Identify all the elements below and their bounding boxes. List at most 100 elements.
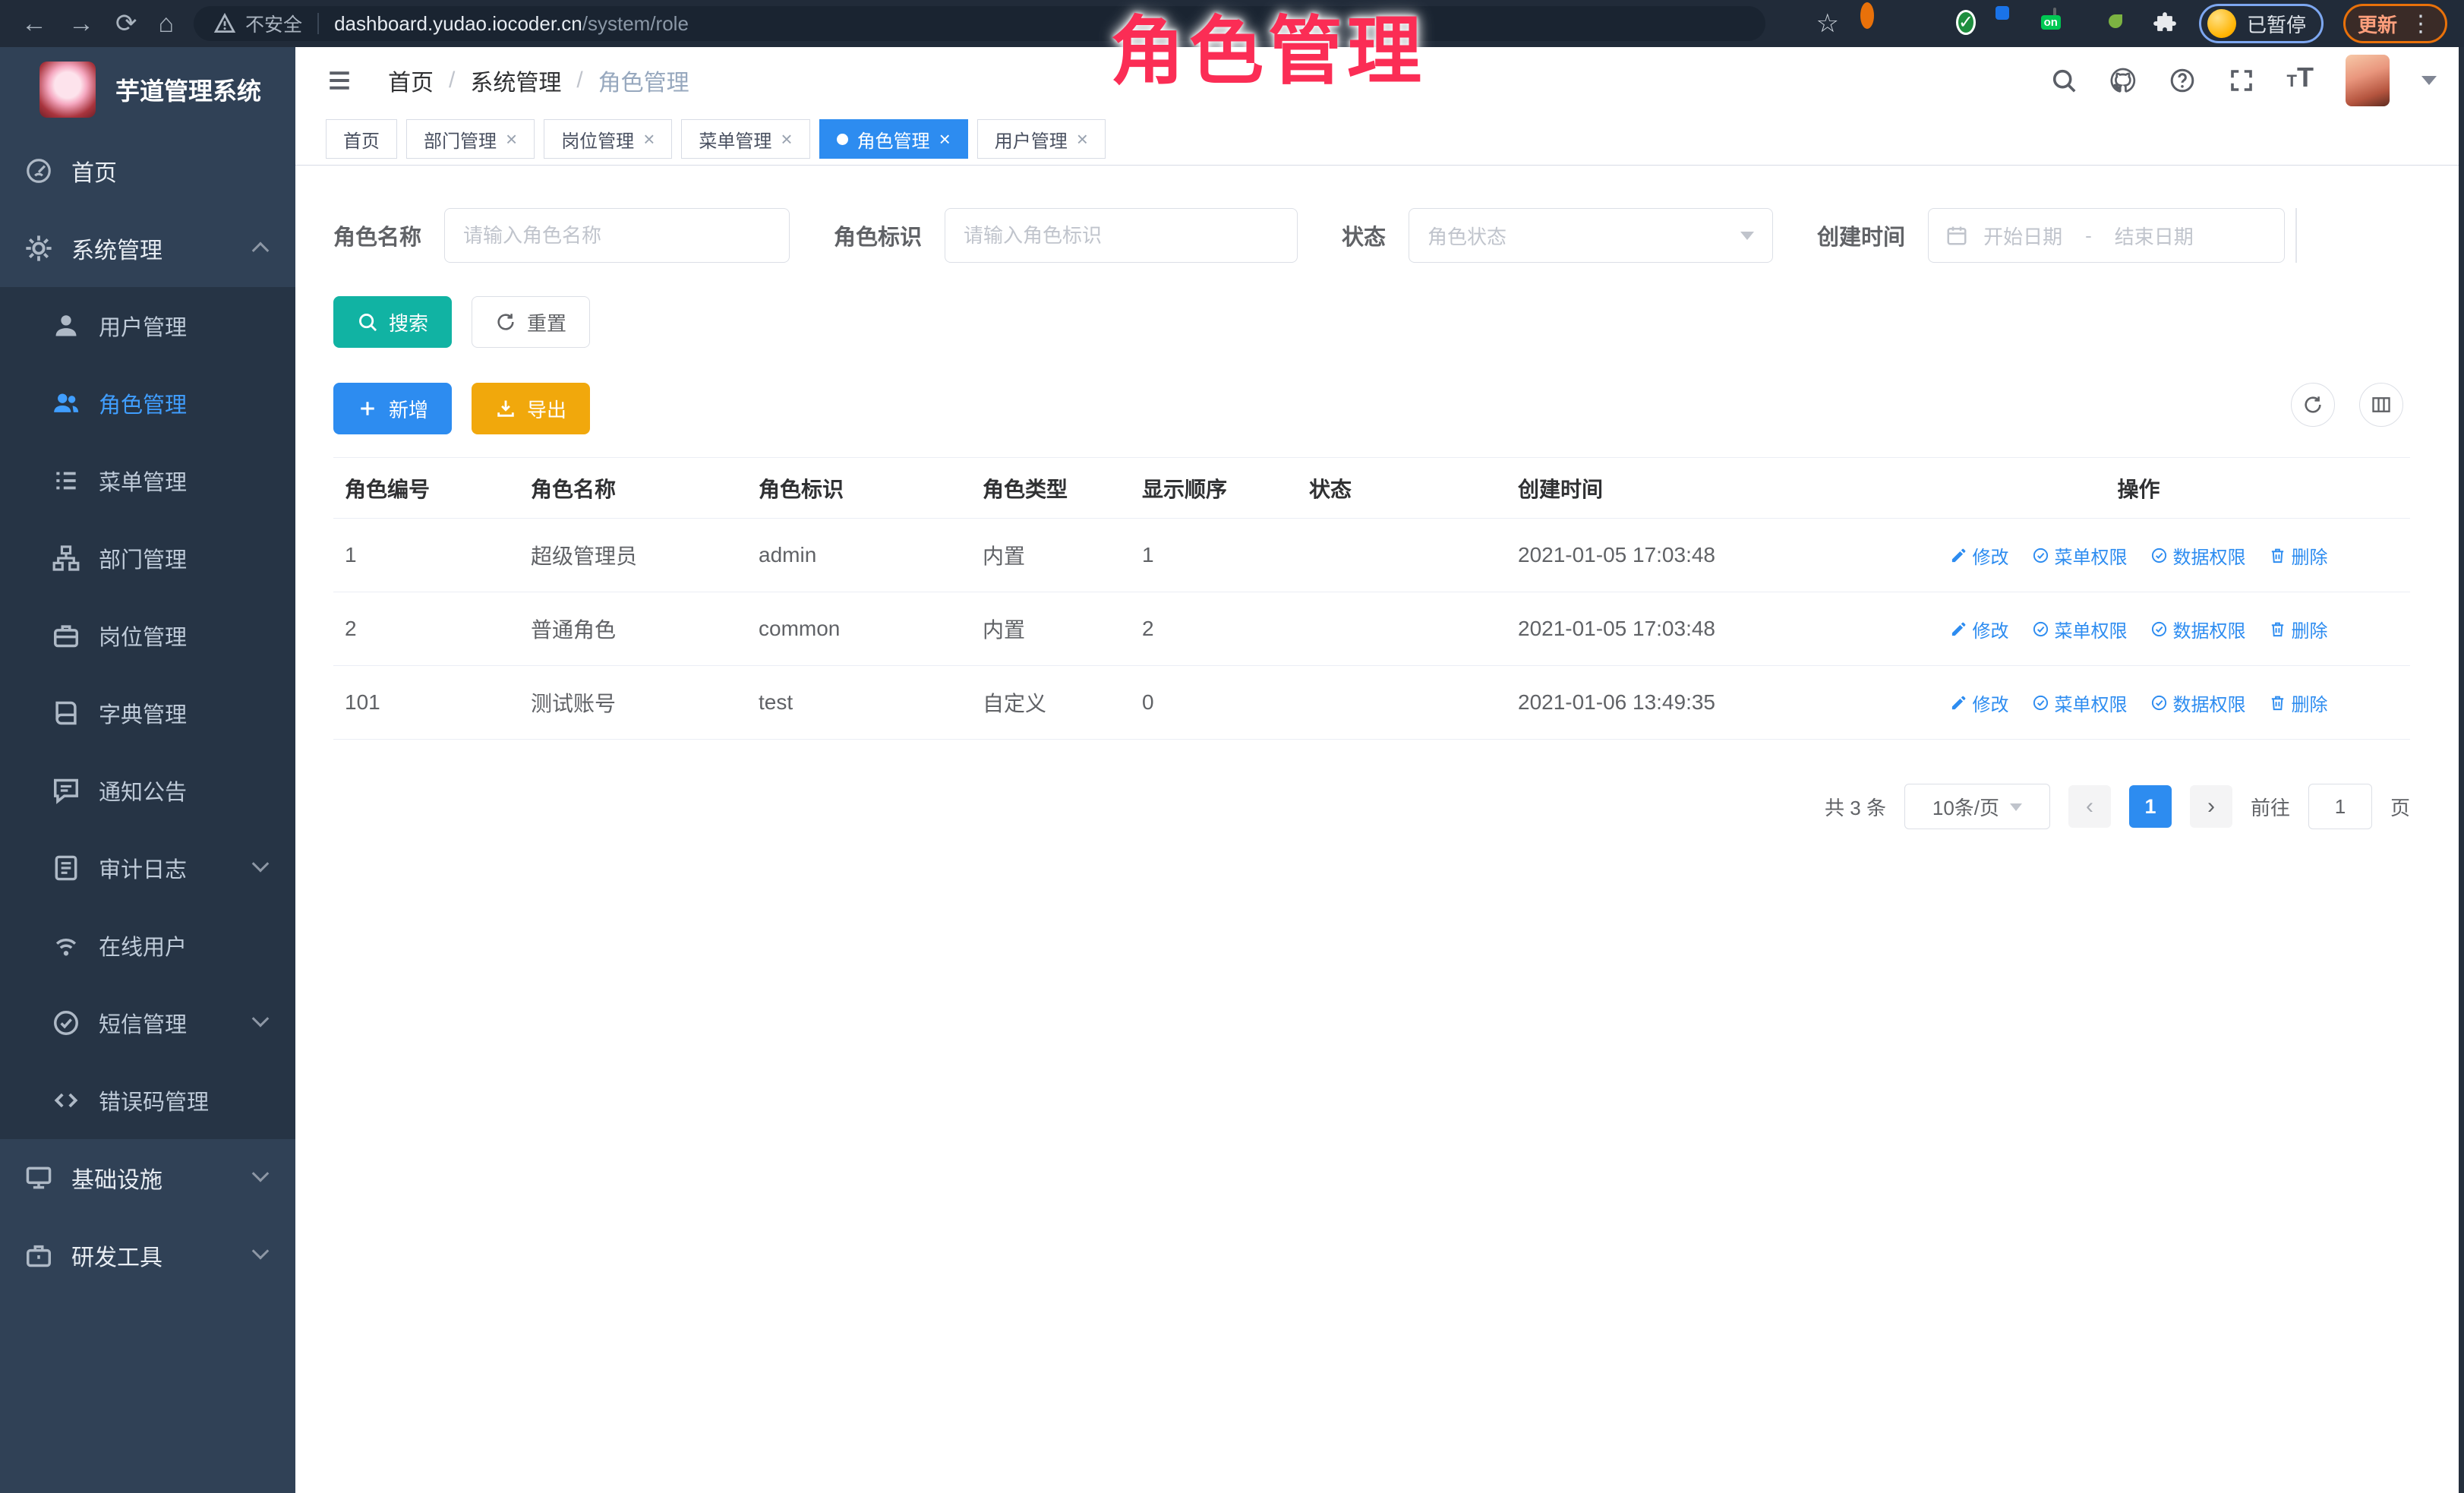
columns-icon — [2371, 394, 2392, 415]
tab-close-icon[interactable]: × — [506, 128, 517, 151]
role-name-input[interactable] — [444, 208, 790, 263]
sidebar-item-menu-management[interactable]: 菜单管理 — [0, 442, 295, 519]
prev-page-button[interactable]: ‹ — [2068, 785, 2111, 828]
action-menu-permission[interactable]: 菜单权限 — [2032, 616, 2128, 642]
sidebar-item-role-management[interactable]: 角色管理 — [0, 365, 295, 442]
extension-icon[interactable] — [2102, 9, 2131, 38]
tab-close-icon[interactable]: × — [1077, 128, 1088, 151]
sidebar-item-notice[interactable]: 通知公告 — [0, 752, 295, 829]
sidebar-item-home[interactable]: 首页 — [0, 132, 295, 210]
message-icon — [52, 776, 80, 805]
sidebar-item-infrastructure[interactable]: 基础设施 — [0, 1139, 295, 1217]
tab-close-icon[interactable]: × — [781, 128, 792, 151]
font-size-icon[interactable]: TT — [2287, 64, 2314, 97]
help-question-icon[interactable] — [2169, 67, 2196, 94]
check-circle-icon — [2032, 547, 2049, 564]
cell-role-name: 超级管理员 — [519, 540, 747, 570]
role-key-input[interactable] — [945, 208, 1298, 263]
breadcrumb-home[interactable]: 首页 — [388, 64, 434, 97]
sidebar-item-online-users[interactable]: 在线用户 — [0, 907, 295, 984]
breadcrumb-system[interactable]: 系统管理 — [470, 64, 561, 97]
cell-role-name: 测试账号 — [519, 687, 747, 718]
tab-close-icon[interactable]: × — [643, 128, 655, 151]
tab-menu-management[interactable]: 菜单管理 × — [681, 119, 809, 159]
sidebar-item-error-code[interactable]: 错误码管理 — [0, 1062, 295, 1139]
trash-icon — [2269, 547, 2286, 564]
sidebar-item-dept-management[interactable]: 部门管理 — [0, 519, 295, 597]
plus-icon — [357, 398, 378, 419]
action-edit[interactable]: 修改 — [1950, 616, 2009, 642]
cell-created: 2021-01-05 17:03:48 — [1506, 543, 1856, 567]
profile-paused-chip[interactable]: 已暂停 — [2199, 4, 2324, 43]
action-edit[interactable]: 修改 — [1950, 542, 2009, 569]
cell-role-name: 普通角色 — [519, 614, 747, 644]
address-bar[interactable]: 不安全 dashboard.yudao.iocoder.cn /system/r… — [194, 6, 1765, 41]
sidebar-item-audit-log[interactable]: 审计日志 — [0, 829, 295, 907]
add-button[interactable]: 新增 — [333, 383, 452, 434]
sidebar-item-dict-management[interactable]: 字典管理 — [0, 674, 295, 752]
page-content: 角色名称 角色标识 状态 角色状态 创建时间 开始日期 - 结束日期 — [295, 166, 2464, 829]
column-visibility-button[interactable] — [2359, 383, 2403, 427]
online-signal-icon — [52, 931, 80, 960]
sidebar-item-user-management[interactable]: 用户管理 — [0, 287, 295, 365]
extension-icon[interactable]: ✓ — [1956, 9, 1985, 38]
action-edit[interactable]: 修改 — [1950, 690, 2009, 716]
not-secure-label[interactable]: 不安全 — [245, 10, 302, 37]
goto-page-input[interactable] — [2308, 784, 2372, 829]
action-menu-permission[interactable]: 菜单权限 — [2032, 690, 2128, 716]
action-delete[interactable]: 删除 — [2269, 616, 2328, 642]
action-delete[interactable]: 删除 — [2269, 690, 2328, 716]
reset-button[interactable]: 重置 — [472, 296, 590, 348]
action-data-permission[interactable]: 数据权限 — [2150, 616, 2246, 642]
action-data-permission[interactable]: 数据权限 — [2150, 542, 2246, 569]
extension-icon[interactable] — [2005, 9, 2033, 38]
tab-home[interactable]: 首页 — [326, 119, 397, 159]
search-button[interactable]: 搜索 — [333, 296, 452, 348]
avatar-caret-icon[interactable] — [2421, 76, 2437, 93]
hamburger-icon[interactable] — [326, 67, 353, 94]
extension-icon[interactable] — [1859, 9, 1888, 38]
sidebar-item-system-management[interactable]: 系统管理 — [0, 210, 295, 287]
sidebar-item-post-management[interactable]: 岗位管理 — [0, 597, 295, 674]
sidebar-item-sms-management[interactable]: 短信管理 — [0, 984, 295, 1062]
sidebar-item-dev-tools[interactable]: 研发工具 — [0, 1217, 295, 1294]
browser-home-icon[interactable]: ⌂ — [159, 0, 175, 47]
tab-close-icon[interactable]: × — [939, 128, 951, 151]
extensions-puzzle-icon[interactable] — [2150, 9, 2179, 38]
monitor-icon — [24, 1163, 53, 1192]
github-icon[interactable] — [2109, 67, 2137, 94]
role-name-label: 角色名称 — [333, 219, 421, 251]
browser-update-button[interactable]: 更新 ⋮ — [2343, 4, 2447, 43]
tab-dept-management[interactable]: 部门管理 × — [406, 119, 535, 159]
page-1-button[interactable]: 1 — [2129, 785, 2172, 828]
browser-reload-icon[interactable]: ⟳ — [115, 0, 137, 47]
page-suffix-label: 页 — [2390, 793, 2410, 821]
status-select[interactable]: 角色状态 — [1409, 208, 1773, 263]
user-avatar[interactable] — [2346, 55, 2390, 106]
tab-post-management[interactable]: 岗位管理 × — [544, 119, 672, 159]
tab-role-management[interactable]: 角色管理 × — [819, 119, 968, 159]
page-size-select[interactable]: 10条/页 — [1904, 784, 2050, 829]
tab-user-management[interactable]: 用户管理 × — [977, 119, 1106, 159]
edit-pencil-icon — [1950, 694, 1967, 712]
action-data-permission[interactable]: 数据权限 — [2150, 690, 2246, 716]
search-icon[interactable] — [2050, 67, 2078, 94]
browser-menu-kebab-icon[interactable]: ⋮ — [2409, 11, 2433, 37]
action-delete[interactable]: 删除 — [2269, 542, 2328, 569]
app-logo-row[interactable]: 芋道管理系统 — [0, 47, 295, 132]
refresh-table-button[interactable] — [2291, 383, 2335, 427]
fullscreen-icon[interactable] — [2228, 67, 2255, 94]
active-tab-dot — [837, 134, 848, 145]
pagination-total: 共 3 条 — [1825, 793, 1886, 821]
bookmark-star-icon[interactable]: ☆ — [1816, 8, 1838, 39]
export-button[interactable]: 导出 — [472, 383, 590, 434]
date-range-picker[interactable]: 开始日期 - 结束日期 — [1928, 208, 2285, 263]
extension-icon[interactable]: on — [2053, 9, 2082, 38]
address-divider — [317, 13, 319, 34]
browser-forward-icon[interactable]: → — [68, 0, 94, 47]
next-page-button[interactable]: › — [2190, 785, 2232, 828]
action-menu-permission[interactable]: 菜单权限 — [2032, 542, 2128, 569]
cell-created: 2021-01-06 13:49:35 — [1506, 690, 1856, 715]
extension-icon[interactable] — [1907, 9, 1936, 38]
browser-back-icon[interactable]: ← — [21, 0, 47, 47]
